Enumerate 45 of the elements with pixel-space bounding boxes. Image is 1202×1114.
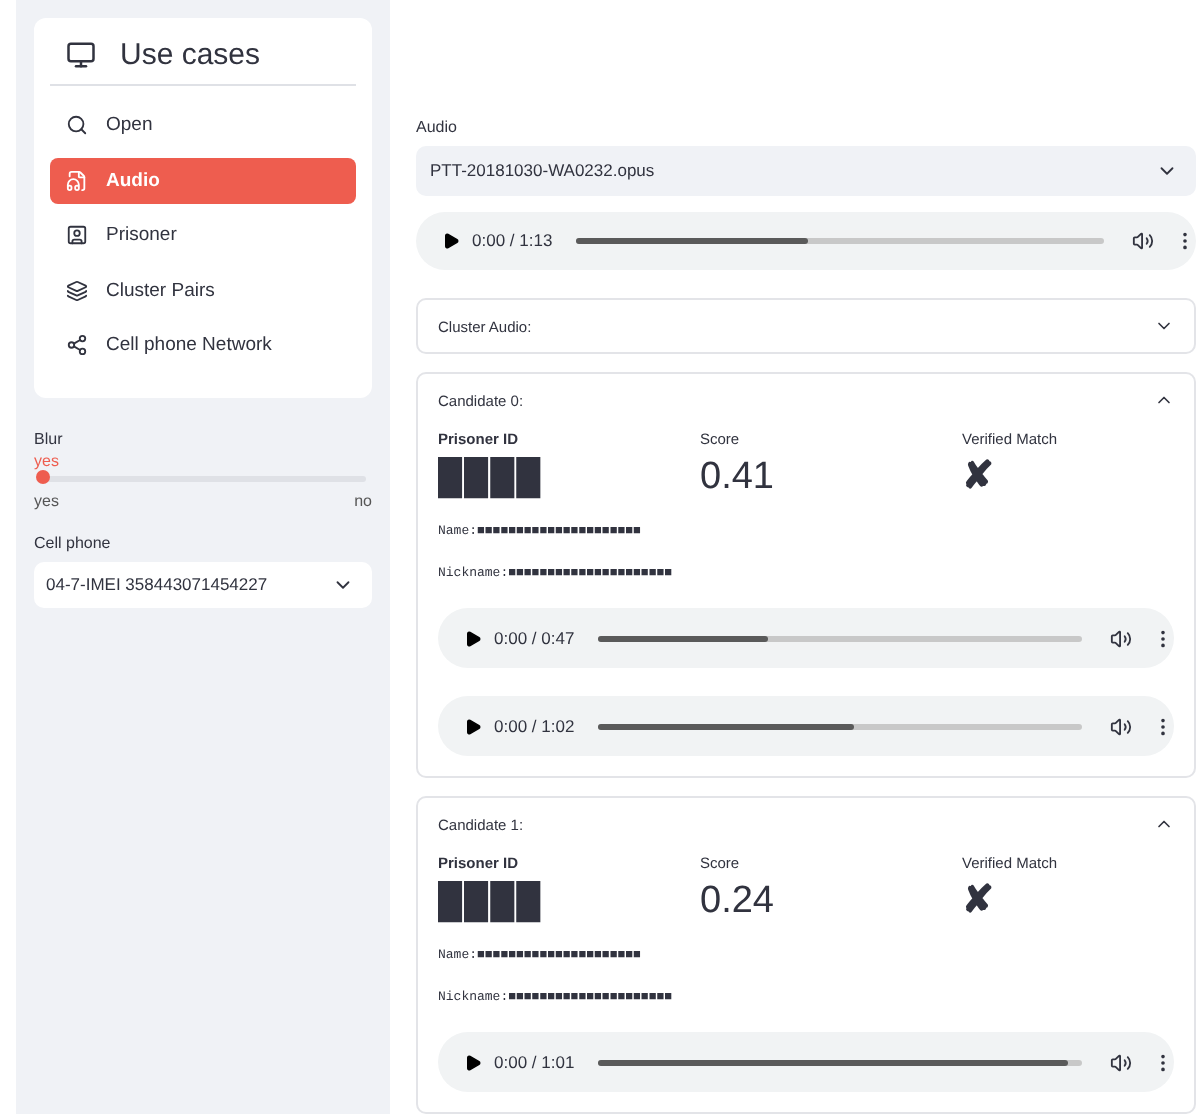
search-icon [66,114,88,136]
monitor-icon [66,40,96,70]
volume-icon[interactable] [1132,229,1154,252]
slider-max-label: no [354,491,372,509]
progress-track[interactable] [576,237,1104,244]
audio-player[interactable]: 0:00 / 1:01 [438,1032,1174,1092]
time-text: 0:00 / 1:01 [494,1052,575,1072]
slider-label: Blur [34,429,65,447]
slider-min-label: yes [34,491,59,509]
menu-item[interactable]: Cluster Pairs [50,267,356,313]
time-text: 0:00 / 1:02 [494,716,575,736]
volume-icon[interactable] [1110,627,1132,649]
play-icon[interactable] [442,231,460,250]
redacted-id: ████ [438,455,545,503]
slider-thumb[interactable] [35,470,49,484]
audio-file-icon [66,169,88,191]
menu-item[interactable]: Open [50,102,356,148]
audio-player[interactable]: 0:00 / 1:13 [416,211,1196,270]
verified-mark: ✘ [962,878,996,926]
cell-phone-select[interactable]: 04-7-IMEI 358443071454227 [34,561,372,607]
audio-player[interactable]: 0:00 / 1:02 [438,696,1174,756]
progress-track[interactable] [598,723,1082,729]
play-icon[interactable] [464,717,482,735]
audio-select[interactable]: PTT-20181030-WA0232.opus [416,146,1196,196]
volume-icon[interactable] [1110,1051,1132,1073]
play-icon[interactable] [464,1053,482,1071]
menu-item[interactable]: Prisoner [50,212,356,258]
score-value: 0.24 [700,878,776,926]
score-value: 0.41 [700,454,776,502]
audio-player[interactable]: 0:00 / 0:47 [438,608,1174,668]
person-icon [66,224,88,246]
progress-track[interactable] [598,635,1082,641]
slider-value: yes [34,451,59,469]
time-text: 0:00 / 1:13 [472,230,553,251]
menu-item[interactable]: Cell phone Network [50,322,356,368]
play-icon[interactable] [464,629,482,647]
menu-title: Use cases [120,38,261,72]
time-text: 0:00 / 0:47 [494,628,575,648]
volume-icon[interactable] [1110,715,1132,737]
share-icon [66,334,88,356]
redacted-id: ████ [438,879,545,927]
layers-icon [66,279,88,301]
select-label: Cell phone [34,533,113,551]
select-label: Audio [416,118,459,136]
verified-mark: ✘ [962,454,996,502]
